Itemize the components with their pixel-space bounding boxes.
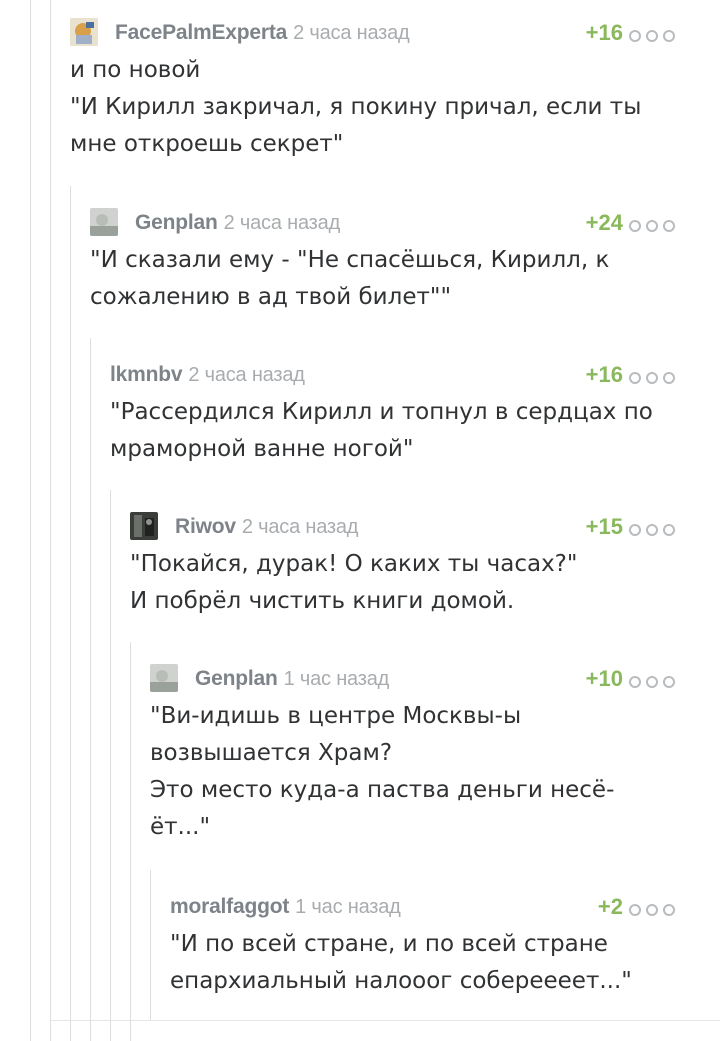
author-label[interactable]: moralfaggot	[170, 895, 289, 918]
thread-line	[30, 0, 31, 1041]
author-label[interactable]: lkmnbv	[110, 363, 183, 386]
comment-time: 2 часа назад	[188, 364, 305, 386]
comment-header: moralfaggot 1 час назад +2	[170, 892, 675, 922]
author-name[interactable]: moralfaggot 1 час назад	[170, 895, 401, 919]
comment-text: "И по всей стране, и по всей стране епар…	[170, 931, 632, 994]
comment-text: "И сказали ему - "Не спасёшься, Кирилл, …	[90, 247, 610, 310]
comment: lkmnbv 2 часа назад +16 "Рассердился Кири…	[110, 360, 700, 468]
comment-text: и по новой "И Кирилл закричал, я покину …	[70, 57, 642, 157]
comment-time: 1 час назад	[283, 668, 390, 690]
comment-text: "Ви-идишь в центре Москвы-ы возвышается …	[150, 703, 615, 840]
thread-line	[70, 186, 71, 1041]
comment-rating: +2	[597, 894, 623, 919]
comment-rating: +16	[585, 362, 623, 387]
more-options-icon[interactable]	[629, 372, 675, 384]
author-name[interactable]: FacePalmExperta 2 часа назад	[115, 21, 410, 45]
thread-line	[90, 338, 91, 1041]
author-name[interactable]: Riwov 2 часа назад	[175, 515, 358, 539]
more-options-icon[interactable]	[629, 30, 675, 42]
thread-line	[150, 870, 151, 1020]
more-options-icon[interactable]	[629, 220, 675, 232]
comment-header: Genplan 2 часа назад +24	[90, 208, 675, 238]
thread-line	[50, 0, 51, 1041]
comment-text: "Покайся, дурак! О каких ты часах?" И по…	[130, 551, 578, 614]
comment: Riwov 2 часа назад +15 "Покайся, дурак! О…	[130, 512, 675, 620]
user-avatar[interactable]	[130, 512, 158, 540]
comment-time: 2 часа назад	[293, 22, 410, 44]
thread-line	[130, 642, 131, 1041]
comment-header: Genplan 1 час назад +10	[150, 664, 675, 694]
comment-time: 2 часа назад	[241, 516, 359, 538]
comment-rating: +10	[585, 666, 623, 691]
author-label[interactable]: FacePalmExperta	[115, 21, 287, 44]
author-label[interactable]: Genplan	[135, 211, 218, 234]
more-options-icon[interactable]	[629, 904, 675, 916]
more-options-icon[interactable]	[629, 524, 675, 536]
user-avatar[interactable]	[70, 18, 98, 46]
comment-header: Riwov 2 часа назад +15	[130, 512, 675, 542]
more-options-icon[interactable]	[629, 676, 675, 688]
comment-text: "Рассердился Кирилл и топнул в сердцах п…	[110, 399, 653, 462]
author-name[interactable]: Genplan 1 час назад	[195, 667, 389, 691]
author-name[interactable]: Genplan 2 часа назад	[135, 211, 340, 235]
comment-rating: +15	[585, 514, 623, 539]
comment: Genplan 1 час назад +10 "Ви-идишь в центр…	[150, 664, 675, 846]
comment-time: 2 часа назад	[223, 212, 341, 234]
thread-bottom-line	[50, 1020, 720, 1021]
comment: Genplan 2 часа назад +24 "И сказали ему -…	[90, 208, 675, 316]
comment-rating: +24	[585, 210, 623, 235]
thread-line	[110, 490, 111, 1041]
user-avatar[interactable]	[150, 664, 178, 692]
comment: moralfaggot 1 час назад +2 "И по всей стр…	[170, 892, 675, 1000]
comment-header: lkmnbv 2 часа назад +16	[110, 360, 700, 390]
author-label[interactable]: Genplan	[195, 667, 278, 690]
author-name[interactable]: lkmnbv 2 часа назад	[110, 363, 305, 387]
comment-time: 1 час назад	[295, 896, 401, 918]
comment-rating: +16	[585, 20, 623, 45]
comment-header: FacePalmExperta 2 часа назад +16	[70, 18, 675, 48]
author-label[interactable]: Riwov	[175, 515, 236, 538]
user-avatar[interactable]	[90, 208, 118, 236]
comment: FacePalmExperta 2 часа назад +16 и по нов…	[70, 18, 675, 163]
